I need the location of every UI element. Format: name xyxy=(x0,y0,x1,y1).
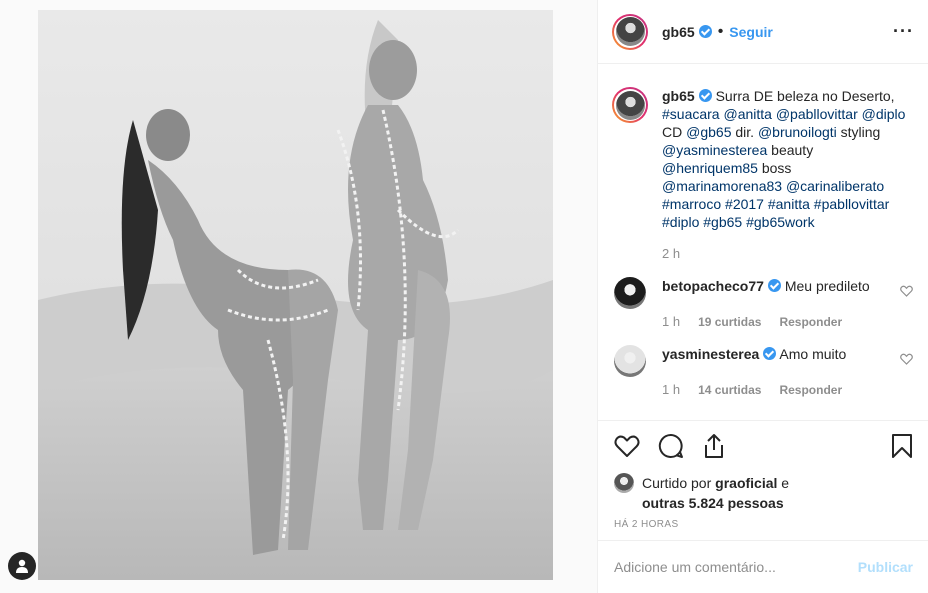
caption-link[interactable]: @gb65 xyxy=(686,124,731,140)
comment-row: betopacheco77 Meu predileto 1 h 19 curti… xyxy=(612,277,913,331)
photo-illustration xyxy=(38,10,553,580)
reply-button[interactable]: Responder xyxy=(779,313,842,331)
caption-body: Surra DE beleza no Deserto, #suacara @an… xyxy=(662,88,905,230)
post-photo[interactable] xyxy=(38,10,553,580)
caption-link[interactable]: #2017 xyxy=(725,196,764,212)
comments-list[interactable]: gb65 Surra DE beleza no Deserto, #suacar… xyxy=(598,65,928,420)
caption-link[interactable]: #anitta xyxy=(768,196,810,212)
reply-button[interactable]: Responder xyxy=(779,381,842,399)
heart-icon[interactable] xyxy=(614,434,640,458)
user-profile-icon[interactable] xyxy=(8,552,36,580)
caption-link[interactable]: #gb65 xyxy=(703,214,742,230)
verified-badge-icon xyxy=(767,279,781,292)
caption-text: gb65 Surra DE beleza no Deserto, #suacar… xyxy=(662,87,913,263)
comment-icon[interactable] xyxy=(658,433,684,459)
caption-link[interactable]: @brunoilogti xyxy=(758,124,837,140)
likes-mid: e xyxy=(777,475,790,491)
likes-count-link[interactable]: outras 5.824 pessoas xyxy=(642,495,784,511)
comment-input[interactable] xyxy=(614,559,858,575)
comment-meta: 1 h 19 curtidas Responder xyxy=(662,313,890,331)
comment-text: Amo muito xyxy=(779,346,847,362)
comment-time[interactable]: 1 h xyxy=(662,313,680,331)
caption-link[interactable]: @pabllovittar xyxy=(776,106,858,122)
caption-text-segment: Surra DE beleza no Deserto, xyxy=(715,88,895,104)
action-bar xyxy=(614,433,913,459)
publish-button[interactable]: Publicar xyxy=(858,559,913,575)
comment-body: yasminesterea Amo muito 1 h 14 curtidas … xyxy=(662,345,890,399)
caption-text-segment: beauty xyxy=(767,142,814,158)
caption-link[interactable]: #suacara xyxy=(662,106,720,122)
verified-badge-icon xyxy=(763,347,777,360)
comment-likes[interactable]: 19 curtidas xyxy=(698,313,761,331)
caption-link[interactable]: #pabllovittar xyxy=(814,196,890,212)
likes-summary: Curtido por graoficial e outras 5.824 pe… xyxy=(614,473,913,513)
post-header: gb65 • Seguir ··· xyxy=(598,0,928,64)
caption-link[interactable]: @anitta xyxy=(723,106,771,122)
liker-username[interactable]: graoficial xyxy=(715,475,777,491)
comment-thread: betopacheco77 Meu predileto 1 h 19 curti… xyxy=(612,277,913,399)
caption-text-segment: styling xyxy=(836,124,881,140)
caption-avatar[interactable] xyxy=(612,87,648,123)
caption-text-segment: dir. xyxy=(731,124,758,140)
post-timestamp: HÁ 2 HORAS xyxy=(614,519,679,530)
likes-prefix: Curtido por xyxy=(642,475,716,491)
comment-row: yasminesterea Amo muito 1 h 14 curtidas … xyxy=(612,345,913,399)
caption-link[interactable]: @carinaliberato xyxy=(786,178,884,194)
comment-time[interactable]: 1 h xyxy=(662,381,680,399)
follow-button[interactable]: Seguir xyxy=(729,24,773,40)
commenter-username[interactable]: betopacheco77 xyxy=(662,278,764,294)
separator-dot: • xyxy=(717,22,724,40)
comment-likes[interactable]: 14 curtidas xyxy=(698,381,761,399)
share-icon[interactable] xyxy=(702,433,726,459)
caption-link[interactable]: @yasminesterea xyxy=(662,142,767,158)
post-side-panel: gb65 • Seguir ··· gb65 Surra DE beleza n… xyxy=(597,0,928,593)
caption-link[interactable]: #diplo xyxy=(662,214,699,230)
comment-body: betopacheco77 Meu predileto 1 h 19 curti… xyxy=(662,277,890,331)
post-actions: Curtido por graoficial e outras 5.824 pe… xyxy=(598,420,928,530)
commenter-avatar[interactable] xyxy=(614,277,646,309)
caption-username[interactable]: gb65 xyxy=(662,88,695,104)
likes-text: Curtido por graoficial e outras 5.824 pe… xyxy=(642,473,789,513)
commenter-avatar[interactable] xyxy=(614,345,646,377)
verified-badge-icon xyxy=(698,89,712,102)
caption-link[interactable]: @diplo xyxy=(862,106,906,122)
comment-like-heart-icon[interactable] xyxy=(900,285,913,297)
caption-link[interactable]: @henriquem85 xyxy=(662,160,758,176)
caption-link[interactable]: #marroco xyxy=(662,196,721,212)
author-username[interactable]: gb65 xyxy=(662,24,695,40)
caption: gb65 Surra DE beleza no Deserto, #suacar… xyxy=(612,87,913,263)
liker-avatar[interactable] xyxy=(614,473,634,493)
instagram-post-view: gb65 • Seguir ··· gb65 Surra DE beleza n… xyxy=(0,0,928,593)
caption-link[interactable]: @marinamorena83 xyxy=(662,178,782,194)
comment-meta: 1 h 14 curtidas Responder xyxy=(662,381,890,399)
comment-like-heart-icon[interactable] xyxy=(900,353,913,365)
more-horizontal-icon[interactable]: ··· xyxy=(893,21,914,42)
caption-text-segment: boss xyxy=(757,160,792,176)
verified-badge-icon xyxy=(698,25,712,38)
caption-link[interactable]: #gb65work xyxy=(746,214,815,230)
caption-time: 2 h xyxy=(662,246,681,261)
caption-text-segment: CD xyxy=(662,124,687,140)
bookmark-icon[interactable] xyxy=(891,433,913,459)
comment-text: Meu predileto xyxy=(784,278,870,294)
commenter-username[interactable]: yasminesterea xyxy=(662,346,759,362)
add-comment-bar: Publicar xyxy=(598,540,928,593)
author-avatar[interactable] xyxy=(612,13,648,50)
